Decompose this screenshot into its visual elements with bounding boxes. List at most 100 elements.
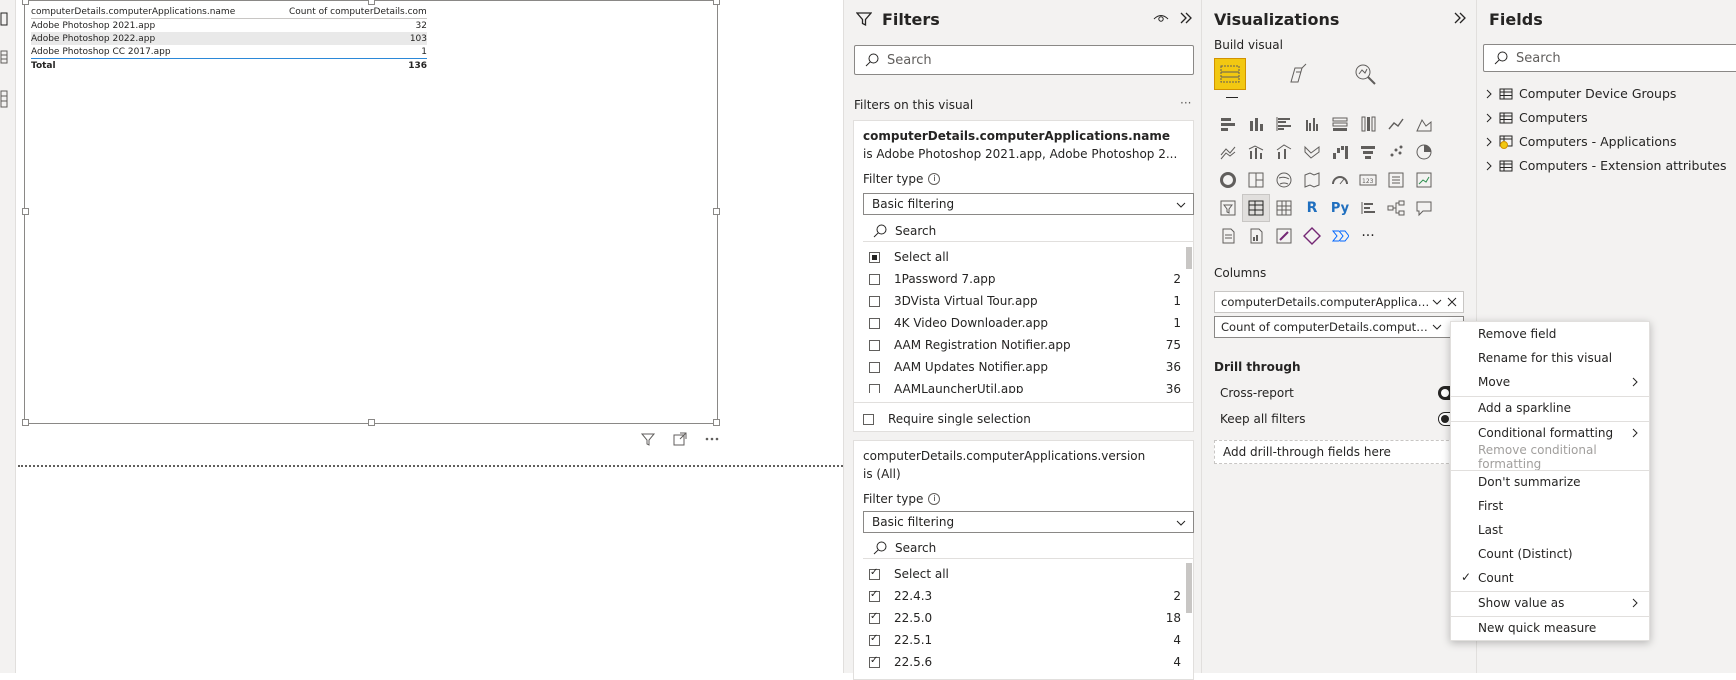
table-row[interactable]: Adobe Photoshop 2021.app 32 [31, 19, 427, 32]
smart-narrative-icon[interactable] [1214, 222, 1242, 250]
paginated-report-icon[interactable] [1242, 222, 1270, 250]
column-well-name[interactable]: computerDetails.computerApplications... [1214, 291, 1464, 313]
report-view-icon[interactable] [0, 12, 8, 26]
info-icon[interactable]: i [928, 493, 941, 505]
checkbox[interactable] [869, 567, 880, 580]
filter-item[interactable]: 22.5.1 4 [863, 629, 1181, 651]
eye-icon[interactable] [1153, 10, 1169, 26]
chevron-right-icon[interactable] [1485, 113, 1493, 123]
menu-item-conditional-formatting[interactable]: Conditional formatting [1451, 422, 1649, 444]
clustered-column-chart-icon[interactable] [1298, 110, 1326, 138]
ribbon-chart-icon[interactable] [1298, 138, 1326, 166]
table-view-icon[interactable] [0, 50, 8, 64]
filter-card-version[interactable]: computerDetails.computerApplications.ver… [853, 440, 1194, 680]
stacked-bar-100-icon[interactable] [1326, 110, 1354, 138]
more-visuals-button[interactable]: ··· [1354, 222, 1382, 250]
filter-icon[interactable] [640, 431, 656, 447]
menu-item-move[interactable]: Move [1451, 371, 1649, 393]
clustered-bar-chart-icon[interactable] [1270, 110, 1298, 138]
decomposition-tree-icon[interactable] [1382, 194, 1410, 222]
checkbox[interactable] [869, 251, 880, 263]
chevron-right-icon[interactable] [1485, 137, 1493, 147]
stacked-area-chart-icon[interactable] [1214, 138, 1242, 166]
menu-item-remove-field[interactable]: Remove field [1451, 323, 1649, 345]
stacked-column-100-icon[interactable] [1354, 110, 1382, 138]
require-single-selection[interactable]: Require single selection [857, 408, 1031, 430]
r-script-visual-icon[interactable]: R [1298, 194, 1326, 222]
filter-item[interactable]: 4K Video Downloader.app 1 [863, 312, 1181, 334]
matrix-icon[interactable] [1270, 194, 1298, 222]
qna-icon[interactable] [1410, 194, 1438, 222]
column-header-name[interactable]: computerDetails.computerApplications.nam… [31, 7, 289, 17]
filter-item[interactable]: 22.5.6 4 [863, 651, 1181, 673]
checkbox[interactable] [869, 589, 880, 602]
menu-item-rename[interactable]: Rename for this visual [1451, 347, 1649, 369]
line-chart-icon[interactable] [1382, 110, 1410, 138]
resize-handle[interactable] [368, 419, 375, 426]
table-row[interactable]: Adobe Photoshop 2022.app 103 [31, 32, 427, 45]
info-icon[interactable]: i [928, 173, 941, 185]
filter-item[interactable]: AAM Updates Notifier.app 36 [863, 356, 1181, 378]
filter-type-dropdown[interactable]: Basic filtering [863, 193, 1194, 215]
scatter-chart-icon[interactable] [1382, 138, 1410, 166]
key-influencers-icon[interactable] [1354, 194, 1382, 222]
power-apps-icon[interactable] [1270, 222, 1298, 250]
resize-handle[interactable] [713, 208, 720, 215]
multi-row-card-icon[interactable] [1382, 166, 1410, 194]
treemap-icon[interactable] [1242, 166, 1270, 194]
model-view-icon[interactable] [0, 90, 8, 108]
checkbox[interactable] [869, 633, 880, 646]
checkbox[interactable] [863, 413, 874, 425]
filter-item[interactable]: 3DVista Virtual Tour.app 1 [863, 290, 1181, 312]
checkbox[interactable] [869, 611, 880, 624]
stacked-bar-chart-icon[interactable] [1214, 110, 1242, 138]
power-automate-flow-icon[interactable] [1326, 222, 1354, 250]
kpi-icon[interactable] [1410, 166, 1438, 194]
filter-item-select-all[interactable]: Select all [863, 563, 1181, 585]
filter-item-select-all[interactable]: Select all [863, 246, 1181, 268]
resize-handle[interactable] [22, 0, 29, 5]
chevron-down-icon[interactable] [1431, 321, 1443, 333]
menu-item-count-distinct[interactable]: Count (Distinct) [1451, 543, 1649, 565]
field-table-computers-applications[interactable]: Computers - Applications [1485, 134, 1676, 149]
filter-item[interactable]: 22.4.3 2 [863, 585, 1181, 607]
table-row[interactable]: Adobe Photoshop CC 2017.app 1 [31, 45, 427, 58]
power-automate-icon[interactable] [1298, 222, 1326, 250]
chevron-right-icon[interactable] [1485, 89, 1493, 99]
field-table-computers[interactable]: Computers [1485, 110, 1588, 125]
focus-mode-icon[interactable] [672, 431, 688, 447]
scrollbar[interactable] [1186, 563, 1192, 613]
resize-handle[interactable] [22, 208, 29, 215]
checkbox[interactable] [869, 295, 880, 307]
checkbox[interactable] [869, 383, 880, 393]
pie-chart-icon[interactable] [1410, 138, 1438, 166]
filter-item[interactable]: AAM Registration Notifier.app 75 [863, 334, 1181, 356]
resize-handle[interactable] [713, 419, 720, 426]
filters-search-input[interactable]: Search [854, 45, 1194, 75]
analytics-tab[interactable] [1349, 58, 1381, 90]
checkbox[interactable] [869, 273, 880, 285]
filter-list-search[interactable]: Search [863, 538, 1194, 559]
card-icon[interactable]: 123 [1354, 166, 1382, 194]
filter-list-search[interactable]: Search [863, 221, 1194, 242]
field-table-computers-extension-attributes[interactable]: Computers - Extension attributes [1485, 158, 1726, 173]
area-chart-icon[interactable] [1410, 110, 1438, 138]
python-visual-icon[interactable]: Py [1326, 194, 1354, 222]
resize-handle[interactable] [22, 419, 29, 426]
field-table-computer-device-groups[interactable]: Computer Device Groups [1485, 86, 1676, 101]
slicer-icon[interactable] [1214, 194, 1242, 222]
filter-item[interactable]: AAMLauncherUtil.app 36 [863, 378, 1181, 393]
scrollbar[interactable] [1186, 247, 1192, 269]
stacked-column-chart-icon[interactable] [1242, 110, 1270, 138]
menu-item-dont-summarize[interactable]: Don't summarize [1451, 471, 1649, 493]
checkbox[interactable] [869, 655, 880, 668]
checkbox[interactable] [869, 339, 880, 351]
table-visual-icon[interactable] [1242, 194, 1270, 222]
menu-item-count[interactable]: ✓ Count [1451, 567, 1649, 589]
drill-through-drop-zone[interactable]: Add drill-through fields here [1214, 440, 1464, 464]
fields-search-input[interactable]: Search [1483, 44, 1736, 72]
filters-more-button[interactable]: ··· [1180, 96, 1191, 110]
menu-item-last[interactable]: Last [1451, 519, 1649, 541]
checkbox[interactable] [869, 361, 880, 373]
resize-handle[interactable] [713, 0, 720, 5]
